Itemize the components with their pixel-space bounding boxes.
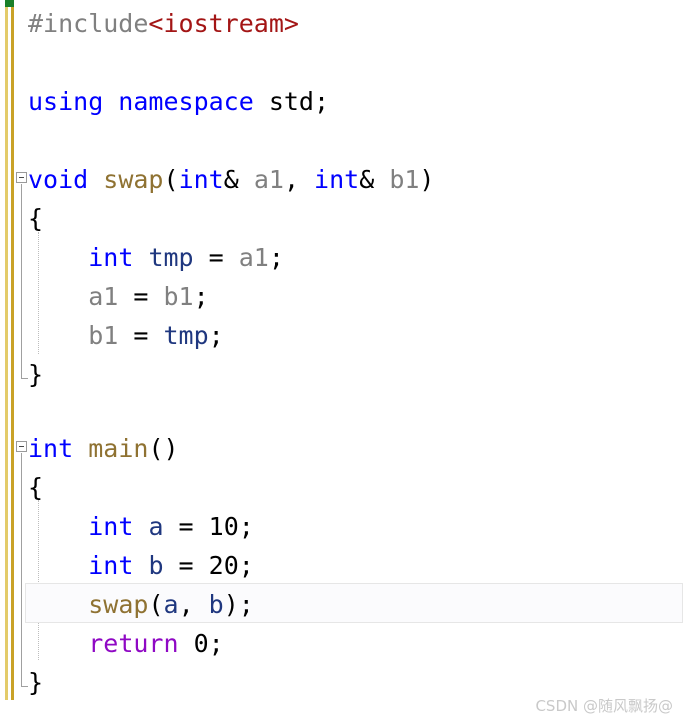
- code-token: ;: [238, 512, 254, 541]
- code-token: =: [163, 512, 209, 541]
- code-token: <iostream>: [148, 9, 299, 38]
- code-token: ,: [178, 590, 209, 619]
- code-token: =: [118, 282, 164, 311]
- code-token: void: [28, 165, 89, 194]
- code-token: 0: [193, 629, 209, 658]
- code-token: {: [28, 473, 44, 502]
- code-line[interactable]: int b = 20;: [28, 546, 254, 585]
- code-line[interactable]: swap(a, b);: [28, 585, 254, 624]
- watermark-text: CSDN @随风飘扬@: [535, 697, 673, 715]
- code-line[interactable]: int a = 10;: [28, 507, 254, 546]
- code-token: ;: [208, 629, 224, 658]
- code-token: (: [163, 165, 179, 194]
- code-token: &: [359, 165, 390, 194]
- code-token: b: [208, 590, 224, 619]
- code-line[interactable]: }: [28, 355, 43, 394]
- code-token: #include: [28, 9, 149, 38]
- code-token: (): [148, 434, 179, 463]
- code-token: =: [163, 551, 209, 580]
- code-token: int: [314, 165, 360, 194]
- code-line[interactable]: return 0;: [28, 624, 224, 663]
- code-line[interactable]: {: [28, 199, 43, 238]
- code-editor[interactable]: #include<iostream> using namespace std; vo…: [0, 0, 683, 724]
- code-token: {: [28, 204, 44, 233]
- code-token: a1: [238, 243, 269, 272]
- code-token: ): [223, 590, 239, 619]
- code-token: return: [88, 629, 179, 658]
- code-token: }: [28, 668, 44, 697]
- code-token: tmp: [163, 321, 209, 350]
- code-token: a: [148, 512, 164, 541]
- code-token: 20: [208, 551, 239, 580]
- code-token: int: [88, 512, 134, 541]
- code-token: 10: [208, 512, 239, 541]
- code-line[interactable]: using namespace std;: [28, 82, 329, 121]
- code-token: main: [88, 434, 149, 463]
- code-line[interactable]: }: [28, 663, 43, 702]
- code-token: int: [88, 243, 134, 272]
- code-token: b1: [88, 321, 119, 350]
- code-token: a1: [88, 282, 119, 311]
- code-token: }: [28, 360, 44, 389]
- code-token: ): [419, 165, 435, 194]
- code-token: swap: [88, 590, 149, 619]
- code-token: b1: [389, 165, 420, 194]
- code-token: ;: [268, 243, 284, 272]
- code-content[interactable]: #include<iostream> using namespace std; vo…: [0, 0, 683, 724]
- code-line[interactable]: {: [28, 468, 43, 507]
- code-token: (: [148, 590, 164, 619]
- code-token: std;: [253, 87, 330, 116]
- code-token: int: [178, 165, 224, 194]
- code-token: ;: [238, 590, 254, 619]
- code-token: b: [148, 551, 164, 580]
- code-line[interactable]: #include<iostream>: [28, 4, 299, 43]
- code-token: a: [163, 590, 179, 619]
- code-token: int: [88, 551, 134, 580]
- code-token: tmp: [148, 243, 194, 272]
- code-token: ;: [238, 551, 254, 580]
- code-line[interactable]: int main(): [28, 429, 179, 468]
- code-token: ;: [208, 321, 224, 350]
- code-token: int: [28, 434, 74, 463]
- code-token: ,: [283, 165, 315, 194]
- code-line[interactable]: int tmp = a1;: [28, 238, 284, 277]
- code-token: swap: [103, 165, 164, 194]
- code-token: b1: [163, 282, 194, 311]
- code-token: =: [118, 321, 164, 350]
- code-line[interactable]: void swap(int& a1, int& b1): [28, 160, 434, 199]
- code-line[interactable]: a1 = b1;: [28, 277, 209, 316]
- code-token: using namespace: [28, 87, 254, 116]
- code-line[interactable]: b1 = tmp;: [28, 316, 224, 355]
- code-token: a1: [253, 165, 284, 194]
- code-token: =: [193, 243, 239, 272]
- code-token: &: [223, 165, 254, 194]
- code-token: ;: [193, 282, 209, 311]
